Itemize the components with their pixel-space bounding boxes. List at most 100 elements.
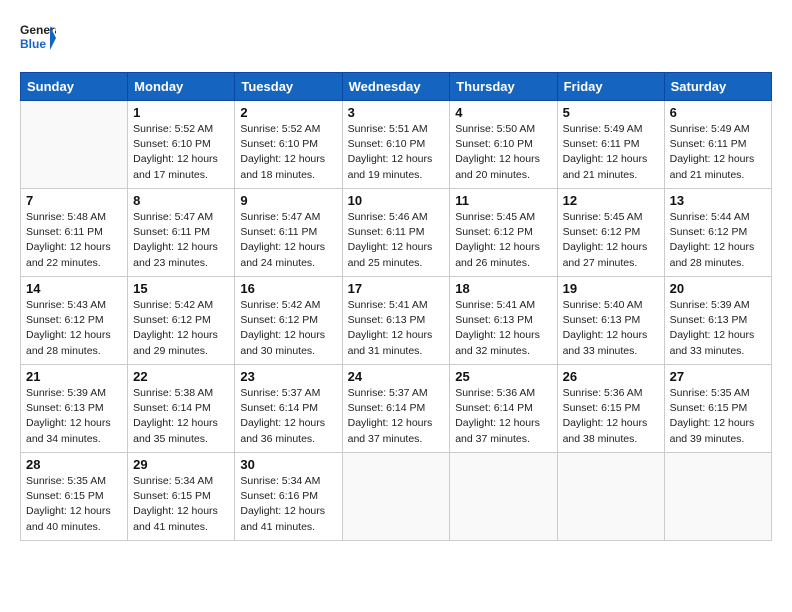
day-number: 21 (26, 369, 122, 384)
day-detail: Sunrise: 5:36 AM Sunset: 6:15 PM Dayligh… (563, 386, 659, 447)
day-cell-11: 11Sunrise: 5:45 AM Sunset: 6:12 PM Dayli… (450, 189, 557, 277)
empty-cell (664, 453, 771, 541)
day-cell-8: 8 Sunrise: 5:47 AM Sunset: 6:11 PM Daylig… (128, 189, 235, 277)
day-detail: Sunrise: 5:40 AM Sunset: 6:13 PM Dayligh… (563, 298, 659, 359)
day-cell-25: 25 Sunrise: 5:36 AM Sunset: 6:14 PM Dayli… (450, 365, 557, 453)
day-cell-9: 9Sunrise: 5:47 AM Sunset: 6:11 PM Daylig… (235, 189, 342, 277)
day-detail: Sunrise: 5:52 AM Sunset: 6:10 PM Dayligh… (133, 122, 229, 183)
day-cell-21: 21 Sunrise: 5:39 AM Sunset: 6:13 PM Dayli… (21, 365, 128, 453)
day-number: 10 (348, 193, 445, 208)
day-cell-3: 3 Sunrise: 5:51 AM Sunset: 6:10 PM Daylig… (342, 101, 450, 189)
day-cell-13: 13Sunrise: 5:44 AM Sunset: 6:12 PM Dayli… (664, 189, 771, 277)
day-number: 11 (455, 193, 551, 208)
day-number: 13 (670, 193, 766, 208)
day-number: 7 (26, 193, 122, 208)
day-cell-14: 14Sunrise: 5:43 AM Sunset: 6:12 PM Dayli… (21, 277, 128, 365)
day-detail: Sunrise: 5:42 AM Sunset: 6:12 PM Dayligh… (240, 298, 336, 359)
day-number: 30 (240, 457, 336, 472)
day-number: 22 (133, 369, 229, 384)
day-cell-28: 28 Sunrise: 5:35 AM Sunset: 6:15 PM Dayli… (21, 453, 128, 541)
calendar-header: SundayMondayTuesdayWednesdayThursdayFrid… (21, 73, 772, 101)
day-cell-5: 5 Sunrise: 5:49 AM Sunset: 6:11 PM Daylig… (557, 101, 664, 189)
day-cell-2: 2 Sunrise: 5:52 AM Sunset: 6:10 PM Daylig… (235, 101, 342, 189)
logo: General Blue (20, 20, 56, 56)
day-detail: Sunrise: 5:49 AM Sunset: 6:11 PM Dayligh… (563, 122, 659, 183)
empty-cell (342, 453, 450, 541)
day-detail: Sunrise: 5:41 AM Sunset: 6:13 PM Dayligh… (348, 298, 445, 359)
day-number: 26 (563, 369, 659, 384)
day-number: 3 (348, 105, 445, 120)
logo-icon: General Blue (20, 20, 56, 56)
empty-cell (450, 453, 557, 541)
day-number: 23 (240, 369, 336, 384)
day-detail: Sunrise: 5:41 AM Sunset: 6:13 PM Dayligh… (455, 298, 551, 359)
weekday-header-monday: Monday (128, 73, 235, 101)
day-cell-17: 17 Sunrise: 5:41 AM Sunset: 6:13 PM Dayli… (342, 277, 450, 365)
day-detail: Sunrise: 5:36 AM Sunset: 6:14 PM Dayligh… (455, 386, 551, 447)
day-detail: Sunrise: 5:35 AM Sunset: 6:15 PM Dayligh… (26, 474, 122, 535)
empty-cell (21, 101, 128, 189)
day-detail: Sunrise: 5:50 AM Sunset: 6:10 PM Dayligh… (455, 122, 551, 183)
day-detail: Sunrise: 5:39 AM Sunset: 6:13 PM Dayligh… (26, 386, 122, 447)
weekday-header-tuesday: Tuesday (235, 73, 342, 101)
day-cell-18: 18 Sunrise: 5:41 AM Sunset: 6:13 PM Dayli… (450, 277, 557, 365)
weekday-header-saturday: Saturday (664, 73, 771, 101)
day-cell-29: 29Sunrise: 5:34 AM Sunset: 6:15 PM Dayli… (128, 453, 235, 541)
day-detail: Sunrise: 5:35 AM Sunset: 6:15 PM Dayligh… (670, 386, 766, 447)
day-number: 1 (133, 105, 229, 120)
day-detail: Sunrise: 5:46 AM Sunset: 6:11 PM Dayligh… (348, 210, 445, 271)
day-number: 6 (670, 105, 766, 120)
day-detail: Sunrise: 5:51 AM Sunset: 6:10 PM Dayligh… (348, 122, 445, 183)
day-number: 5 (563, 105, 659, 120)
day-detail: Sunrise: 5:45 AM Sunset: 6:12 PM Dayligh… (563, 210, 659, 271)
day-cell-26: 26 Sunrise: 5:36 AM Sunset: 6:15 PM Dayli… (557, 365, 664, 453)
day-number: 4 (455, 105, 551, 120)
day-detail: Sunrise: 5:42 AM Sunset: 6:12 PM Dayligh… (133, 298, 229, 359)
calendar-week-5: 28 Sunrise: 5:35 AM Sunset: 6:15 PM Dayli… (21, 453, 772, 541)
day-cell-10: 10 Sunrise: 5:46 AM Sunset: 6:11 PM Dayli… (342, 189, 450, 277)
day-cell-22: 22 Sunrise: 5:38 AM Sunset: 6:14 PM Dayli… (128, 365, 235, 453)
day-cell-15: 15 Sunrise: 5:42 AM Sunset: 6:12 PM Dayli… (128, 277, 235, 365)
day-detail: Sunrise: 5:34 AM Sunset: 6:16 PM Dayligh… (240, 474, 336, 535)
day-cell-20: 20 Sunrise: 5:39 AM Sunset: 6:13 PM Dayli… (664, 277, 771, 365)
day-number: 25 (455, 369, 551, 384)
weekday-header-sunday: Sunday (21, 73, 128, 101)
day-cell-7: 7 Sunrise: 5:48 AM Sunset: 6:11 PM Daylig… (21, 189, 128, 277)
day-cell-12: 12 Sunrise: 5:45 AM Sunset: 6:12 PM Dayli… (557, 189, 664, 277)
day-number: 2 (240, 105, 336, 120)
day-number: 19 (563, 281, 659, 296)
day-cell-30: 30 Sunrise: 5:34 AM Sunset: 6:16 PM Dayli… (235, 453, 342, 541)
weekday-header-wednesday: Wednesday (342, 73, 450, 101)
day-cell-1: 1 Sunrise: 5:52 AM Sunset: 6:10 PM Daylig… (128, 101, 235, 189)
day-number: 17 (348, 281, 445, 296)
calendar-week-2: 7 Sunrise: 5:48 AM Sunset: 6:11 PM Daylig… (21, 189, 772, 277)
day-detail: Sunrise: 5:37 AM Sunset: 6:14 PM Dayligh… (348, 386, 445, 447)
day-detail: Sunrise: 5:39 AM Sunset: 6:13 PM Dayligh… (670, 298, 766, 359)
day-number: 15 (133, 281, 229, 296)
day-detail: Sunrise: 5:49 AM Sunset: 6:11 PM Dayligh… (670, 122, 766, 183)
day-number: 27 (670, 369, 766, 384)
day-cell-19: 19 Sunrise: 5:40 AM Sunset: 6:13 PM Dayli… (557, 277, 664, 365)
day-number: 28 (26, 457, 122, 472)
empty-cell (557, 453, 664, 541)
day-cell-16: 16 Sunrise: 5:42 AM Sunset: 6:12 PM Dayli… (235, 277, 342, 365)
weekday-header-thursday: Thursday (450, 73, 557, 101)
calendar-table: SundayMondayTuesdayWednesdayThursdayFrid… (20, 72, 772, 541)
day-number: 8 (133, 193, 229, 208)
day-number: 12 (563, 193, 659, 208)
day-detail: Sunrise: 5:37 AM Sunset: 6:14 PM Dayligh… (240, 386, 336, 447)
page-header: General Blue (20, 20, 772, 56)
day-number: 18 (455, 281, 551, 296)
day-number: 20 (670, 281, 766, 296)
day-cell-27: 27 Sunrise: 5:35 AM Sunset: 6:15 PM Dayli… (664, 365, 771, 453)
day-detail: Sunrise: 5:34 AM Sunset: 6:15 PM Dayligh… (133, 474, 229, 535)
calendar-week-3: 14Sunrise: 5:43 AM Sunset: 6:12 PM Dayli… (21, 277, 772, 365)
calendar-week-1: 1 Sunrise: 5:52 AM Sunset: 6:10 PM Daylig… (21, 101, 772, 189)
day-detail: Sunrise: 5:52 AM Sunset: 6:10 PM Dayligh… (240, 122, 336, 183)
day-number: 14 (26, 281, 122, 296)
day-number: 16 (240, 281, 336, 296)
svg-text:Blue: Blue (20, 37, 46, 51)
day-detail: Sunrise: 5:38 AM Sunset: 6:14 PM Dayligh… (133, 386, 229, 447)
day-detail: Sunrise: 5:48 AM Sunset: 6:11 PM Dayligh… (26, 210, 122, 271)
day-detail: Sunrise: 5:47 AM Sunset: 6:11 PM Dayligh… (133, 210, 229, 271)
